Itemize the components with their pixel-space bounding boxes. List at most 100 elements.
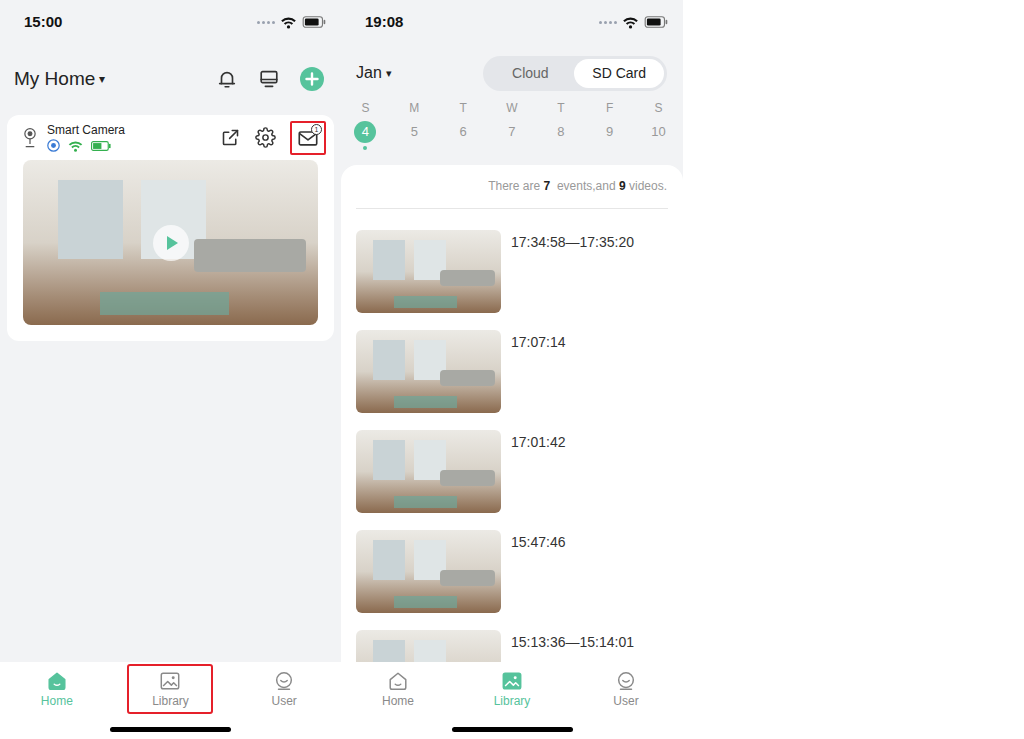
window-shape: [373, 240, 405, 280]
divider: [356, 208, 668, 209]
rug-shape: [394, 296, 458, 308]
signal-dot: [614, 21, 617, 24]
highlight-frame: [14, 664, 100, 714]
record-dot: [510, 146, 514, 150]
home-selector[interactable]: My Home▾: [14, 65, 105, 94]
gear-icon[interactable]: [255, 127, 276, 148]
share-icon[interactable]: [220, 127, 241, 148]
library-icon: [501, 670, 523, 692]
date-number[interactable]: 6: [452, 121, 474, 143]
window-shape: [373, 340, 405, 380]
mail-badge: 1: [311, 124, 322, 135]
recordings-panel: There are 7 events,and 9 videos.17:34:58…: [341, 165, 683, 662]
date-number[interactable]: 7: [501, 121, 523, 143]
record-dot: [608, 146, 612, 150]
wifi-icon: [280, 16, 297, 29]
date-number[interactable]: 9: [599, 121, 621, 143]
record-dot: [461, 146, 465, 150]
monitor-icon[interactable]: [258, 68, 280, 90]
recording-thumbnail[interactable]: [356, 430, 501, 513]
date-cell[interactable]: 9: [585, 121, 634, 150]
date-cell[interactable]: 8: [536, 121, 585, 150]
recording-row[interactable]: 17:34:58—17:35:20: [356, 230, 673, 313]
camera-status: [47, 139, 125, 152]
signal-dot: [262, 21, 265, 24]
tab-row: Home Library User: [341, 662, 683, 709]
recording-row[interactable]: 15:13:36—15:14:01: [356, 630, 673, 662]
summary-suffix: videos.: [626, 179, 667, 193]
status-icons: [257, 16, 327, 29]
date-number[interactable]: 8: [550, 121, 572, 143]
tab-label: Home: [382, 693, 414, 709]
recording-thumbnail[interactable]: [356, 530, 501, 613]
date-number[interactable]: 5: [403, 121, 425, 143]
tab-item[interactable]: User: [569, 670, 683, 709]
plus-icon[interactable]: [300, 67, 324, 91]
tab-bar: Home LibraryUser: [0, 662, 341, 739]
date-cell[interactable]: 7: [488, 121, 537, 150]
recording-list: 17:34:58—17:35:20 17:07:14 17:01:42 15:47:4…: [341, 209, 683, 662]
tab-item[interactable]: User: [227, 670, 341, 709]
sofa-shape: [194, 239, 306, 272]
recording-time: 15:13:36—15:14:01: [511, 630, 634, 650]
record-dot: [412, 146, 416, 150]
battery-icon: [644, 16, 669, 28]
highlight-frame: [127, 664, 213, 714]
blank-area: [683, 0, 1024, 739]
source-tab[interactable]: SD Card: [574, 59, 664, 88]
tab-row: Home LibraryUser: [0, 662, 341, 709]
recording-thumbnail[interactable]: [356, 230, 501, 313]
camera-icon: [23, 126, 37, 150]
tab-item[interactable]: Library: [455, 670, 569, 709]
signal-dot: [272, 21, 275, 24]
home-icon: [387, 670, 409, 692]
home-title: My Home: [14, 65, 95, 94]
record-dot: [657, 146, 661, 150]
camera-preview[interactable]: [23, 160, 318, 325]
recording-thumbnail[interactable]: [356, 630, 501, 662]
sofa-shape: [440, 270, 495, 287]
date-cell[interactable]: 5: [390, 121, 439, 150]
wifi-icon: [68, 140, 83, 152]
home-indicator: [452, 727, 573, 732]
rug-shape: [394, 496, 458, 508]
rug-shape: [100, 292, 230, 315]
date-number[interactable]: 4: [354, 121, 376, 143]
date-number[interactable]: 10: [648, 121, 670, 143]
events-count: 7: [544, 179, 551, 193]
recording-thumbnail[interactable]: [356, 330, 501, 413]
tab-item[interactable]: Library: [114, 670, 228, 709]
user-icon: [615, 670, 637, 692]
camera-card: Smart Camera 1: [7, 115, 334, 341]
window-shape: [373, 540, 405, 580]
camera-actions: 1: [220, 121, 326, 155]
date-cell[interactable]: 6: [439, 121, 488, 150]
camera-text: Smart Camera: [47, 123, 125, 152]
messages-button[interactable]: 1: [290, 121, 326, 155]
tab-item[interactable]: Home: [0, 670, 114, 709]
window-shape: [58, 180, 123, 259]
month-label: Jan: [356, 61, 382, 85]
tab-label: User: [613, 693, 638, 709]
date-cell[interactable]: 4: [341, 121, 390, 150]
date-cell[interactable]: 10: [634, 121, 683, 150]
camera-name: Smart Camera: [47, 123, 125, 137]
window-shape: [373, 640, 405, 662]
recording-row[interactable]: 17:07:14: [356, 330, 673, 413]
home-header: My Home▾: [0, 44, 341, 114]
recording-time: 17:07:14: [511, 330, 566, 350]
recording-time: 15:47:46: [511, 530, 566, 550]
tab-label: Home: [41, 693, 73, 709]
caret-icon: ▾: [386, 65, 392, 82]
bell-icon[interactable]: [216, 68, 238, 90]
library-screen: 19:08Jan▾CloudSD CardSMTWTFS45678910Ther…: [341, 0, 683, 739]
recording-row[interactable]: 15:47:46: [356, 530, 673, 613]
month-selector[interactable]: Jan▾: [356, 61, 392, 85]
window-shape: [414, 640, 446, 662]
signal-icon: [257, 21, 275, 24]
tab-item[interactable]: Home: [341, 670, 455, 709]
source-tab[interactable]: Cloud: [486, 59, 574, 88]
status-time: 15:00: [24, 11, 62, 34]
recording-row[interactable]: 17:01:42: [356, 430, 673, 513]
play-icon[interactable]: [153, 225, 189, 261]
